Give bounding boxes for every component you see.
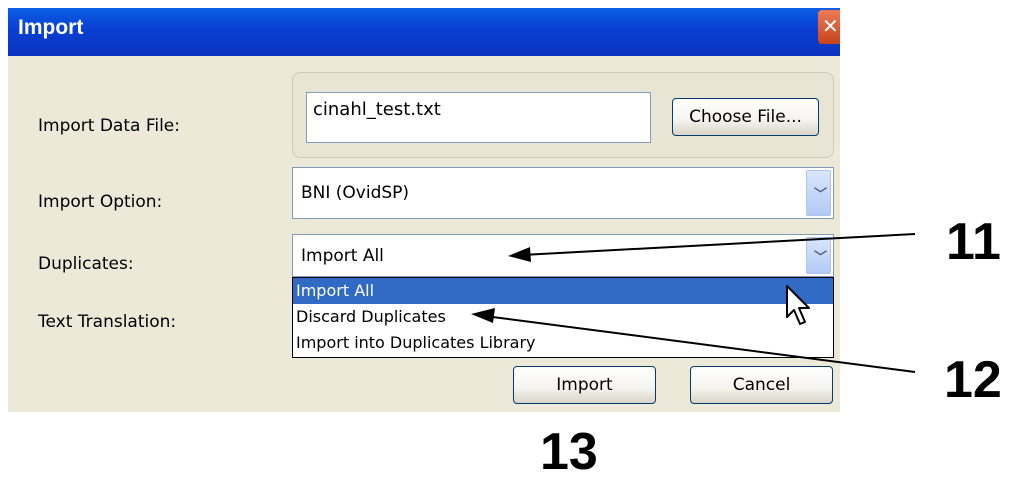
callout-13: 13 — [540, 423, 598, 481]
annotation-arrows — [471, 233, 916, 373]
arrow-11-head — [508, 247, 531, 262]
arrow-12-head — [471, 308, 495, 323]
arrow-11-line — [521, 233, 916, 256]
callout-11: 11 — [946, 213, 1001, 271]
callout-12: 12 — [944, 351, 1002, 409]
arrow-12-line — [484, 315, 916, 373]
